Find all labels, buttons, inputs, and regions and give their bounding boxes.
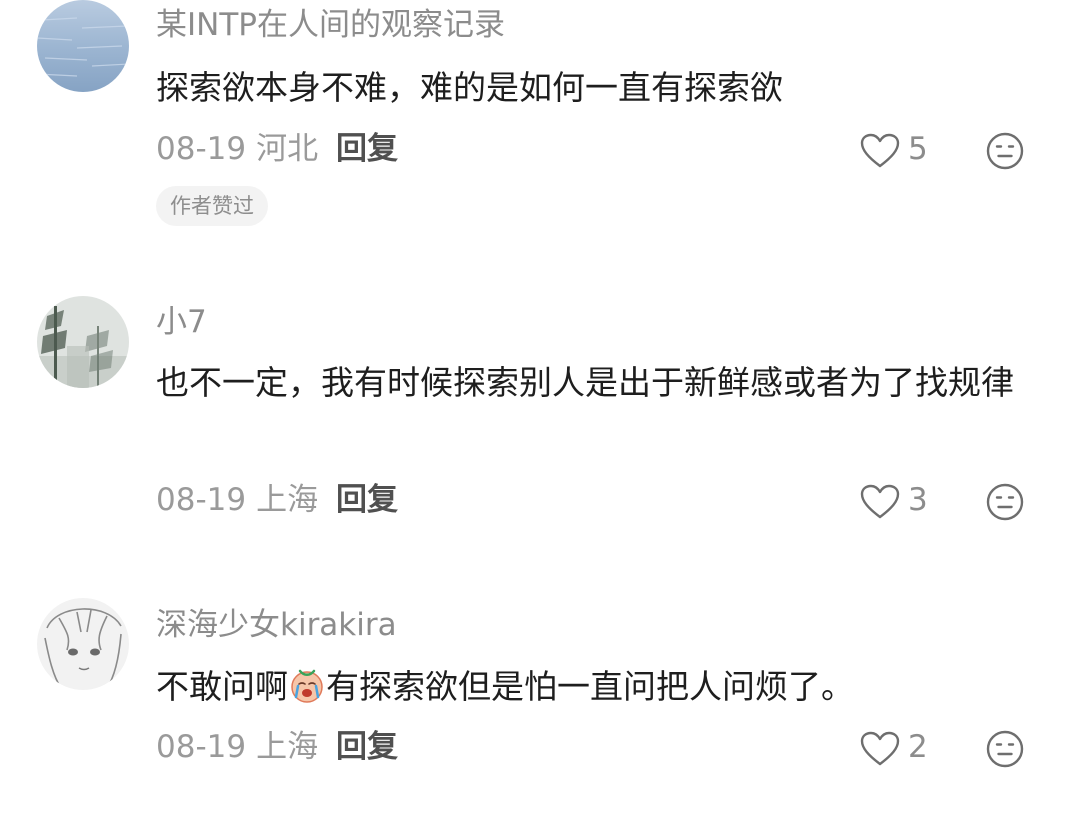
avatar-image	[37, 296, 129, 388]
username[interactable]: 小7	[156, 307, 207, 338]
comment-meta: 08-19 河北	[156, 134, 318, 165]
comment-text: 不敢问啊 有探索欲但是怕一直问把人问烦了。	[156, 660, 1046, 714]
reply-button[interactable]: 回复	[336, 485, 398, 516]
avatar-image	[37, 598, 129, 690]
avatar[interactable]	[37, 0, 129, 92]
like-button[interactable]	[860, 731, 900, 767]
neutral-face-icon	[986, 132, 1024, 170]
comment-date: 08-19	[156, 131, 247, 167]
avatar[interactable]	[37, 598, 129, 690]
emoji-react-button[interactable]	[985, 482, 1025, 522]
neutral-face-icon	[986, 730, 1024, 768]
username[interactable]: 某INTP在人间的观察记录	[156, 10, 505, 41]
reply-button[interactable]: 回复	[336, 732, 398, 763]
comment-location: 河北	[256, 131, 319, 167]
neutral-face-icon	[986, 483, 1024, 521]
avatar-image	[37, 0, 129, 92]
comment-text: 也不一定，我有时候探索别人是出于新鲜感或者为了找规律	[156, 363, 1014, 402]
comment-location: 上海	[256, 482, 319, 518]
crying-face-emoji	[288, 667, 326, 705]
comment-meta: 08-19 上海	[156, 485, 318, 516]
avatar[interactable]	[37, 296, 129, 388]
comment-text-after: 有探索欲但是怕一直问把人问烦了。	[326, 667, 854, 706]
comment-list: 某INTP在人间的观察记录 探索欲本身不难，难的是如何一直有探索欲 08-19 河…	[0, 0, 1077, 819]
like-count: 5	[908, 131, 928, 167]
like-button[interactable]	[860, 484, 900, 520]
comment-date: 08-19	[156, 729, 247, 765]
reply-button[interactable]: 回复	[336, 134, 398, 165]
heart-outline-icon	[860, 731, 900, 766]
comment-text: 探索欲本身不难，难的是如何一直有探索欲	[156, 68, 783, 107]
like-count: 3	[908, 482, 928, 518]
comment-location: 上海	[256, 729, 319, 765]
heart-outline-icon	[860, 484, 900, 519]
comment-meta: 08-19 上海	[156, 732, 318, 763]
emoji-react-button[interactable]	[985, 131, 1025, 171]
heart-outline-icon	[860, 133, 900, 168]
emoji-react-button[interactable]	[985, 729, 1025, 769]
like-count: 2	[908, 729, 928, 765]
username[interactable]: 深海少女kirakira	[156, 610, 397, 641]
comment-date: 08-19	[156, 482, 247, 518]
like-button[interactable]	[860, 133, 900, 169]
author-liked-badge: 作者赞过	[156, 186, 268, 226]
comment-text-before: 不敢问啊	[156, 667, 288, 706]
